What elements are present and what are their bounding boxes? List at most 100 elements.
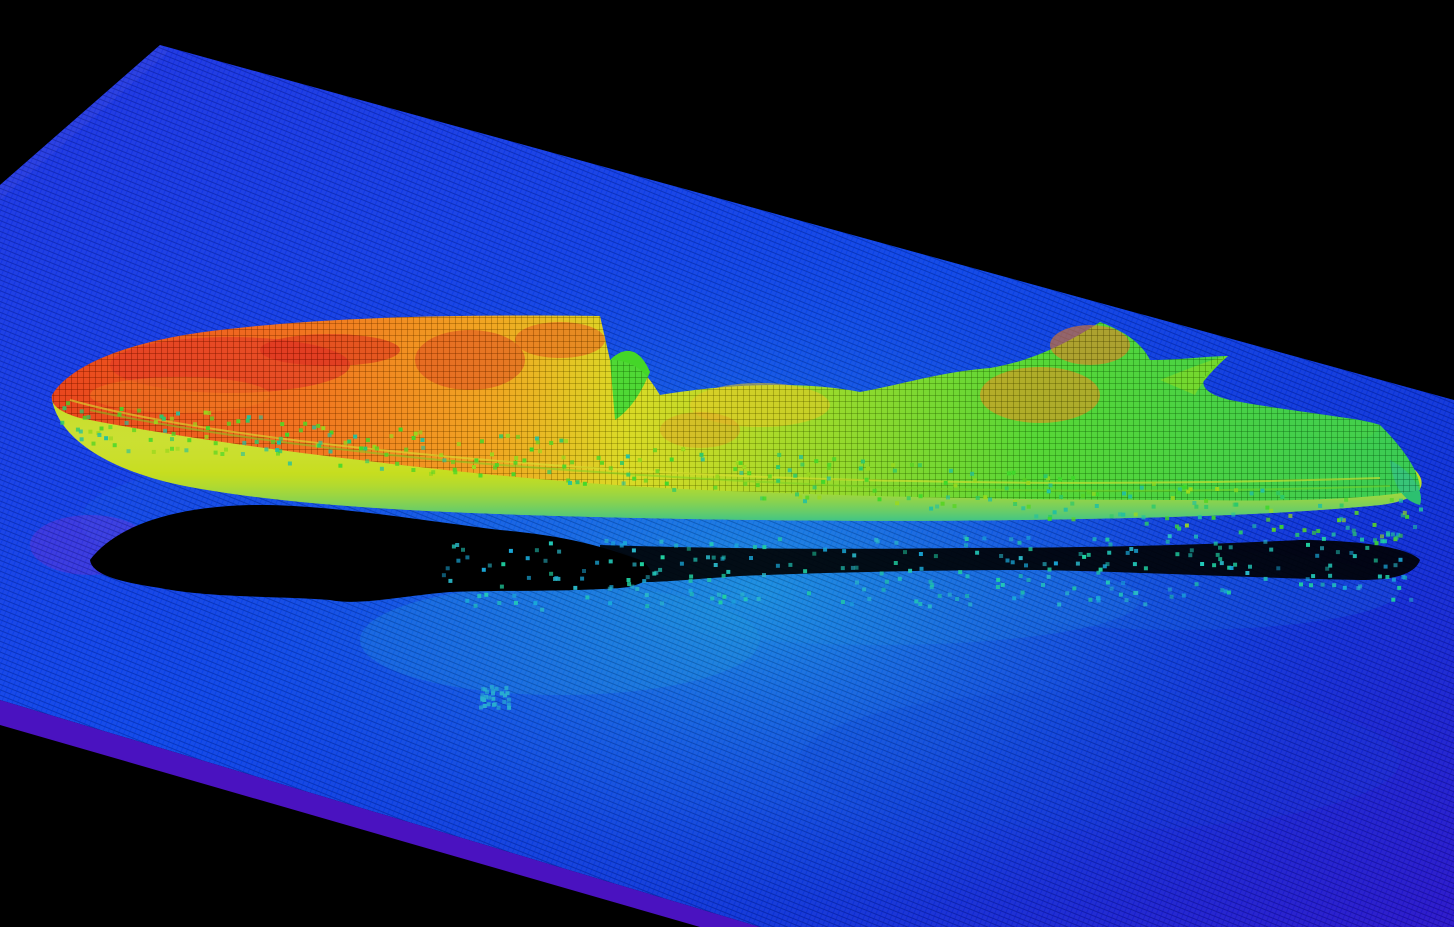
debris-voxel: [918, 602, 923, 606]
debris-voxel: [473, 603, 478, 608]
hull-voxel: [988, 497, 993, 502]
hull-voxel: [1302, 528, 1307, 533]
debris-voxel: [660, 601, 664, 606]
hull-voxel: [625, 454, 630, 459]
debris-voxel: [659, 539, 664, 544]
hull-voxel: [800, 462, 805, 467]
hull-voxel: [258, 415, 263, 420]
debris-voxel: [540, 607, 545, 612]
debris-voxel: [1233, 562, 1238, 567]
debris-voxel: [487, 695, 492, 700]
debris-voxel: [1305, 577, 1310, 582]
hull-voxel: [312, 425, 317, 430]
hull-voxel: [404, 447, 409, 452]
debris-voxel: [1213, 541, 1218, 546]
hull-voxel: [1345, 525, 1350, 530]
debris-voxel: [619, 543, 624, 548]
hull-voxel: [806, 472, 811, 477]
hull-voxel: [812, 485, 817, 490]
debris-voxel: [999, 554, 1004, 558]
debris-voxel: [608, 559, 613, 564]
debris-voxel: [1019, 594, 1024, 599]
debris-voxel: [713, 563, 718, 567]
debris-voxel: [652, 571, 657, 576]
hull-voxel: [431, 470, 436, 475]
hull-voxel: [240, 452, 245, 456]
hull-voxel: [108, 425, 113, 430]
debris-voxel: [512, 593, 517, 598]
hull-voxel: [365, 459, 370, 464]
debris-voxel: [710, 596, 715, 601]
hull-voxel: [278, 436, 283, 441]
hull-voxel: [596, 455, 601, 460]
debris-voxel: [722, 594, 727, 599]
hull-voxel: [389, 434, 394, 439]
hull-voxel: [655, 469, 660, 474]
debris-voxel: [494, 686, 499, 691]
hull-voxel: [549, 440, 554, 445]
debris-voxel: [919, 566, 924, 571]
debris-voxel: [686, 546, 691, 551]
debris-voxel: [491, 688, 496, 693]
debris-voxel: [604, 538, 609, 543]
debris-voxel: [726, 569, 731, 574]
hull-voxel: [1071, 476, 1076, 480]
hull-voxel: [452, 467, 457, 472]
hull-voxel: [755, 483, 760, 488]
debris-voxel: [1332, 583, 1337, 588]
debris-voxel: [717, 592, 721, 597]
hull-voxel: [953, 483, 958, 488]
hull-voxel: [338, 463, 343, 468]
debris-voxel: [1328, 573, 1333, 578]
hull-voxel: [236, 419, 241, 424]
hull-voxel: [929, 506, 934, 511]
debris-voxel: [1143, 566, 1148, 571]
hull-voxel: [1276, 491, 1281, 496]
hull-voxel: [1165, 516, 1170, 521]
hull-voxel: [347, 439, 352, 444]
debris-voxel: [1053, 561, 1058, 566]
hull-voxel: [169, 416, 174, 421]
hull-voxel: [1204, 504, 1209, 509]
debris-voxel: [1393, 563, 1398, 568]
debris-voxel: [1263, 539, 1268, 544]
hull-voxel: [384, 452, 389, 457]
hull-voxel: [1211, 515, 1216, 520]
hull-voxel: [700, 457, 705, 462]
debris-voxel: [499, 584, 504, 589]
hull-voxel: [1052, 510, 1057, 515]
hull-voxel: [411, 468, 416, 472]
debris-voxel: [1026, 578, 1031, 582]
hull-voxel: [511, 472, 516, 477]
debris-voxel: [525, 556, 530, 561]
debris-voxel: [788, 562, 793, 567]
debris-voxel: [709, 542, 714, 547]
debris-voxel: [933, 554, 938, 559]
hull-voxel: [1080, 493, 1085, 498]
hull-voxel: [1318, 503, 1323, 508]
hull-voxel: [137, 408, 142, 413]
debris-voxel: [718, 600, 723, 605]
debris-voxel: [534, 548, 539, 553]
hull-voxel: [153, 420, 158, 425]
hull-voxel: [570, 460, 575, 465]
hull-voxel: [515, 434, 520, 439]
debris-voxel: [1397, 585, 1402, 590]
debris-voxel: [479, 705, 483, 710]
hull-voxel: [119, 407, 124, 411]
debris-voxel: [903, 550, 907, 555]
hull-voxel: [1144, 521, 1149, 526]
hull-voxel: [220, 452, 225, 456]
hull-voxel: [821, 479, 826, 484]
hull-voxel: [1063, 507, 1068, 512]
hull-voxel: [184, 448, 189, 453]
hull-voxel: [803, 499, 807, 504]
debris-voxel: [481, 567, 486, 572]
hull-voxel: [1034, 514, 1039, 519]
debris-voxel: [1365, 545, 1370, 550]
debris-voxel: [862, 587, 867, 592]
debris-voxel: [1309, 583, 1313, 588]
hull-voxel: [1351, 528, 1356, 533]
debris-voxel: [489, 685, 494, 690]
debris-voxel: [627, 582, 632, 587]
